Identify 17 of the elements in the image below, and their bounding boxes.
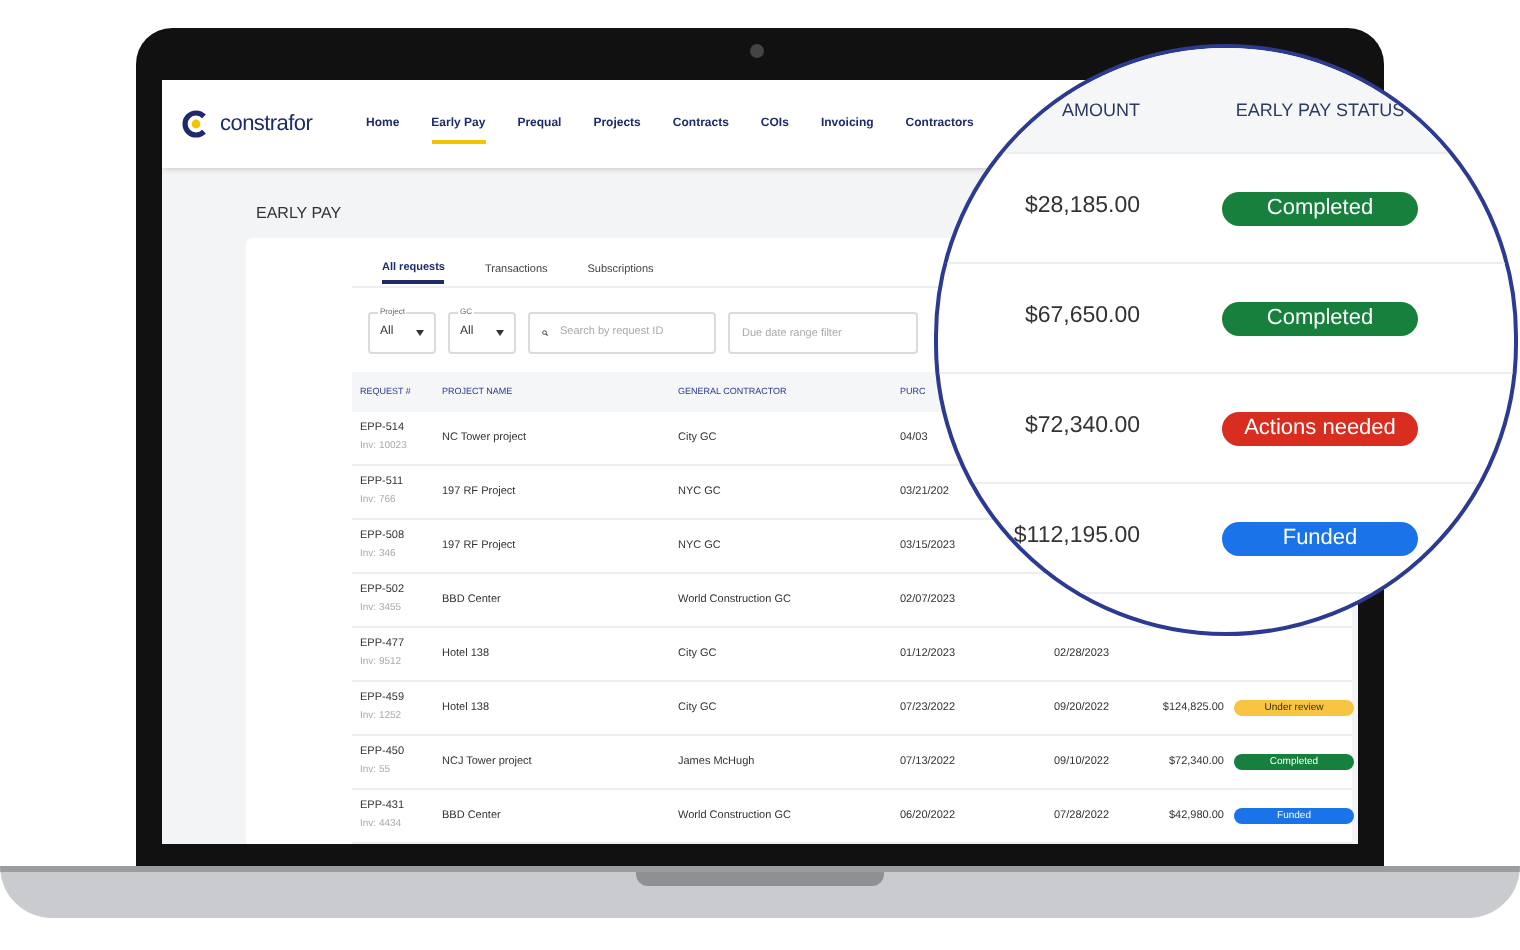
camera-icon — [750, 44, 764, 58]
page-title: EARLY PAY — [256, 202, 342, 226]
column-header: EARLY PAY STATUS — [1235, 98, 1405, 125]
amount-text: $112,195.00 — [1013, 522, 1140, 553]
caret-icon — [496, 330, 504, 336]
status-badge: Actions needed — [1222, 411, 1418, 445]
logo-text: constrafor — [220, 109, 313, 140]
caret-icon — [416, 330, 424, 336]
logo-icon — [182, 110, 210, 138]
status-badge: Completed — [1222, 191, 1418, 225]
status-badge: Completed — [1222, 301, 1418, 335]
status-badge: Funded — [1222, 521, 1418, 555]
column-header: AMOUNT — [1062, 98, 1140, 125]
amount-text: $72,340.00 — [1024, 412, 1140, 443]
amount-text: $67,650.00 — [1024, 302, 1140, 333]
amount-text: $28,185.00 — [1024, 192, 1140, 223]
search-icon — [542, 326, 548, 340]
